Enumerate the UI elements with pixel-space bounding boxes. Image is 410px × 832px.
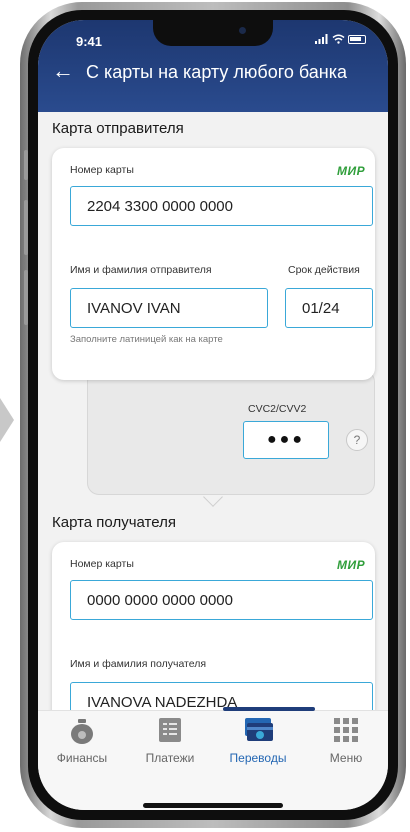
- page-title: С карты на карту любого банка: [86, 62, 348, 82]
- recipient-section-title: Карта получателя: [52, 514, 176, 531]
- app-screen: 9:41 ← С карты на карту любого банка Кар…: [38, 20, 388, 810]
- phone-notch: [153, 20, 273, 46]
- grid-icon: [334, 718, 358, 742]
- sender-section-title: Карта отправителя: [52, 120, 184, 137]
- sender-name-label: Имя и фамилия отправителя: [70, 264, 212, 276]
- app-header: 9:41 ← С карты на карту любого банка: [38, 20, 388, 112]
- status-time: 9:41: [76, 34, 103, 49]
- card-back-panel: CVC2/CVV2 ●●● ?: [87, 370, 375, 495]
- back-arrow-icon[interactable]: ←: [52, 60, 74, 82]
- tab-menu-label: Меню: [329, 751, 363, 765]
- mir-logo: МИР: [337, 164, 366, 178]
- recipient-card-number-input[interactable]: 0000 0000 0000 0000: [70, 580, 373, 620]
- home-indicator[interactable]: [143, 803, 283, 808]
- signal-icon: [315, 34, 328, 44]
- tab-payments-label: Платежи: [145, 751, 195, 765]
- tab-transfers-label: Переводы: [229, 751, 287, 765]
- expiry-input[interactable]: 01/24: [285, 288, 373, 328]
- tab-transfers[interactable]: Переводы: [218, 715, 298, 765]
- sender-name-input[interactable]: IVANOV IVAN: [70, 288, 268, 328]
- cvc-label: CVC2/CVV2: [248, 403, 307, 415]
- bottom-tab-bar: Финансы Платежи Переводы Меню: [38, 707, 388, 810]
- battery-icon: [348, 34, 366, 44]
- status-icons: [315, 34, 366, 44]
- help-icon[interactable]: ?: [346, 429, 368, 451]
- mir-logo: МИР: [337, 558, 366, 572]
- money-bag-icon: [71, 719, 93, 744]
- latin-hint: Заполните латиницей как на карте: [70, 334, 223, 345]
- wifi-icon: [332, 34, 345, 44]
- recipient-name-label: Имя и фамилия получателя: [70, 658, 207, 670]
- active-tab-indicator: [223, 707, 315, 711]
- card-transfer-icon: [245, 718, 273, 741]
- tab-payments[interactable]: Платежи: [130, 715, 210, 765]
- tab-menu[interactable]: Меню: [306, 715, 386, 765]
- expiry-label: Срок действия: [288, 264, 360, 276]
- sender-card-form: Номер карты МИР 2204 3300 0000 0000 Имя …: [52, 148, 375, 380]
- sender-card-number-input[interactable]: 2204 3300 0000 0000: [70, 186, 373, 226]
- sender-card-number-label: Номер карты: [70, 164, 134, 176]
- recipient-card-number-label: Номер карты: [70, 558, 134, 570]
- side-arrow-decoration: [0, 398, 14, 442]
- receipt-icon: [159, 718, 181, 742]
- tab-finances[interactable]: Финансы: [42, 715, 122, 765]
- tab-finances-label: Финансы: [56, 751, 108, 765]
- cvc-input[interactable]: ●●●: [243, 421, 329, 459]
- camera-dot: [239, 27, 246, 34]
